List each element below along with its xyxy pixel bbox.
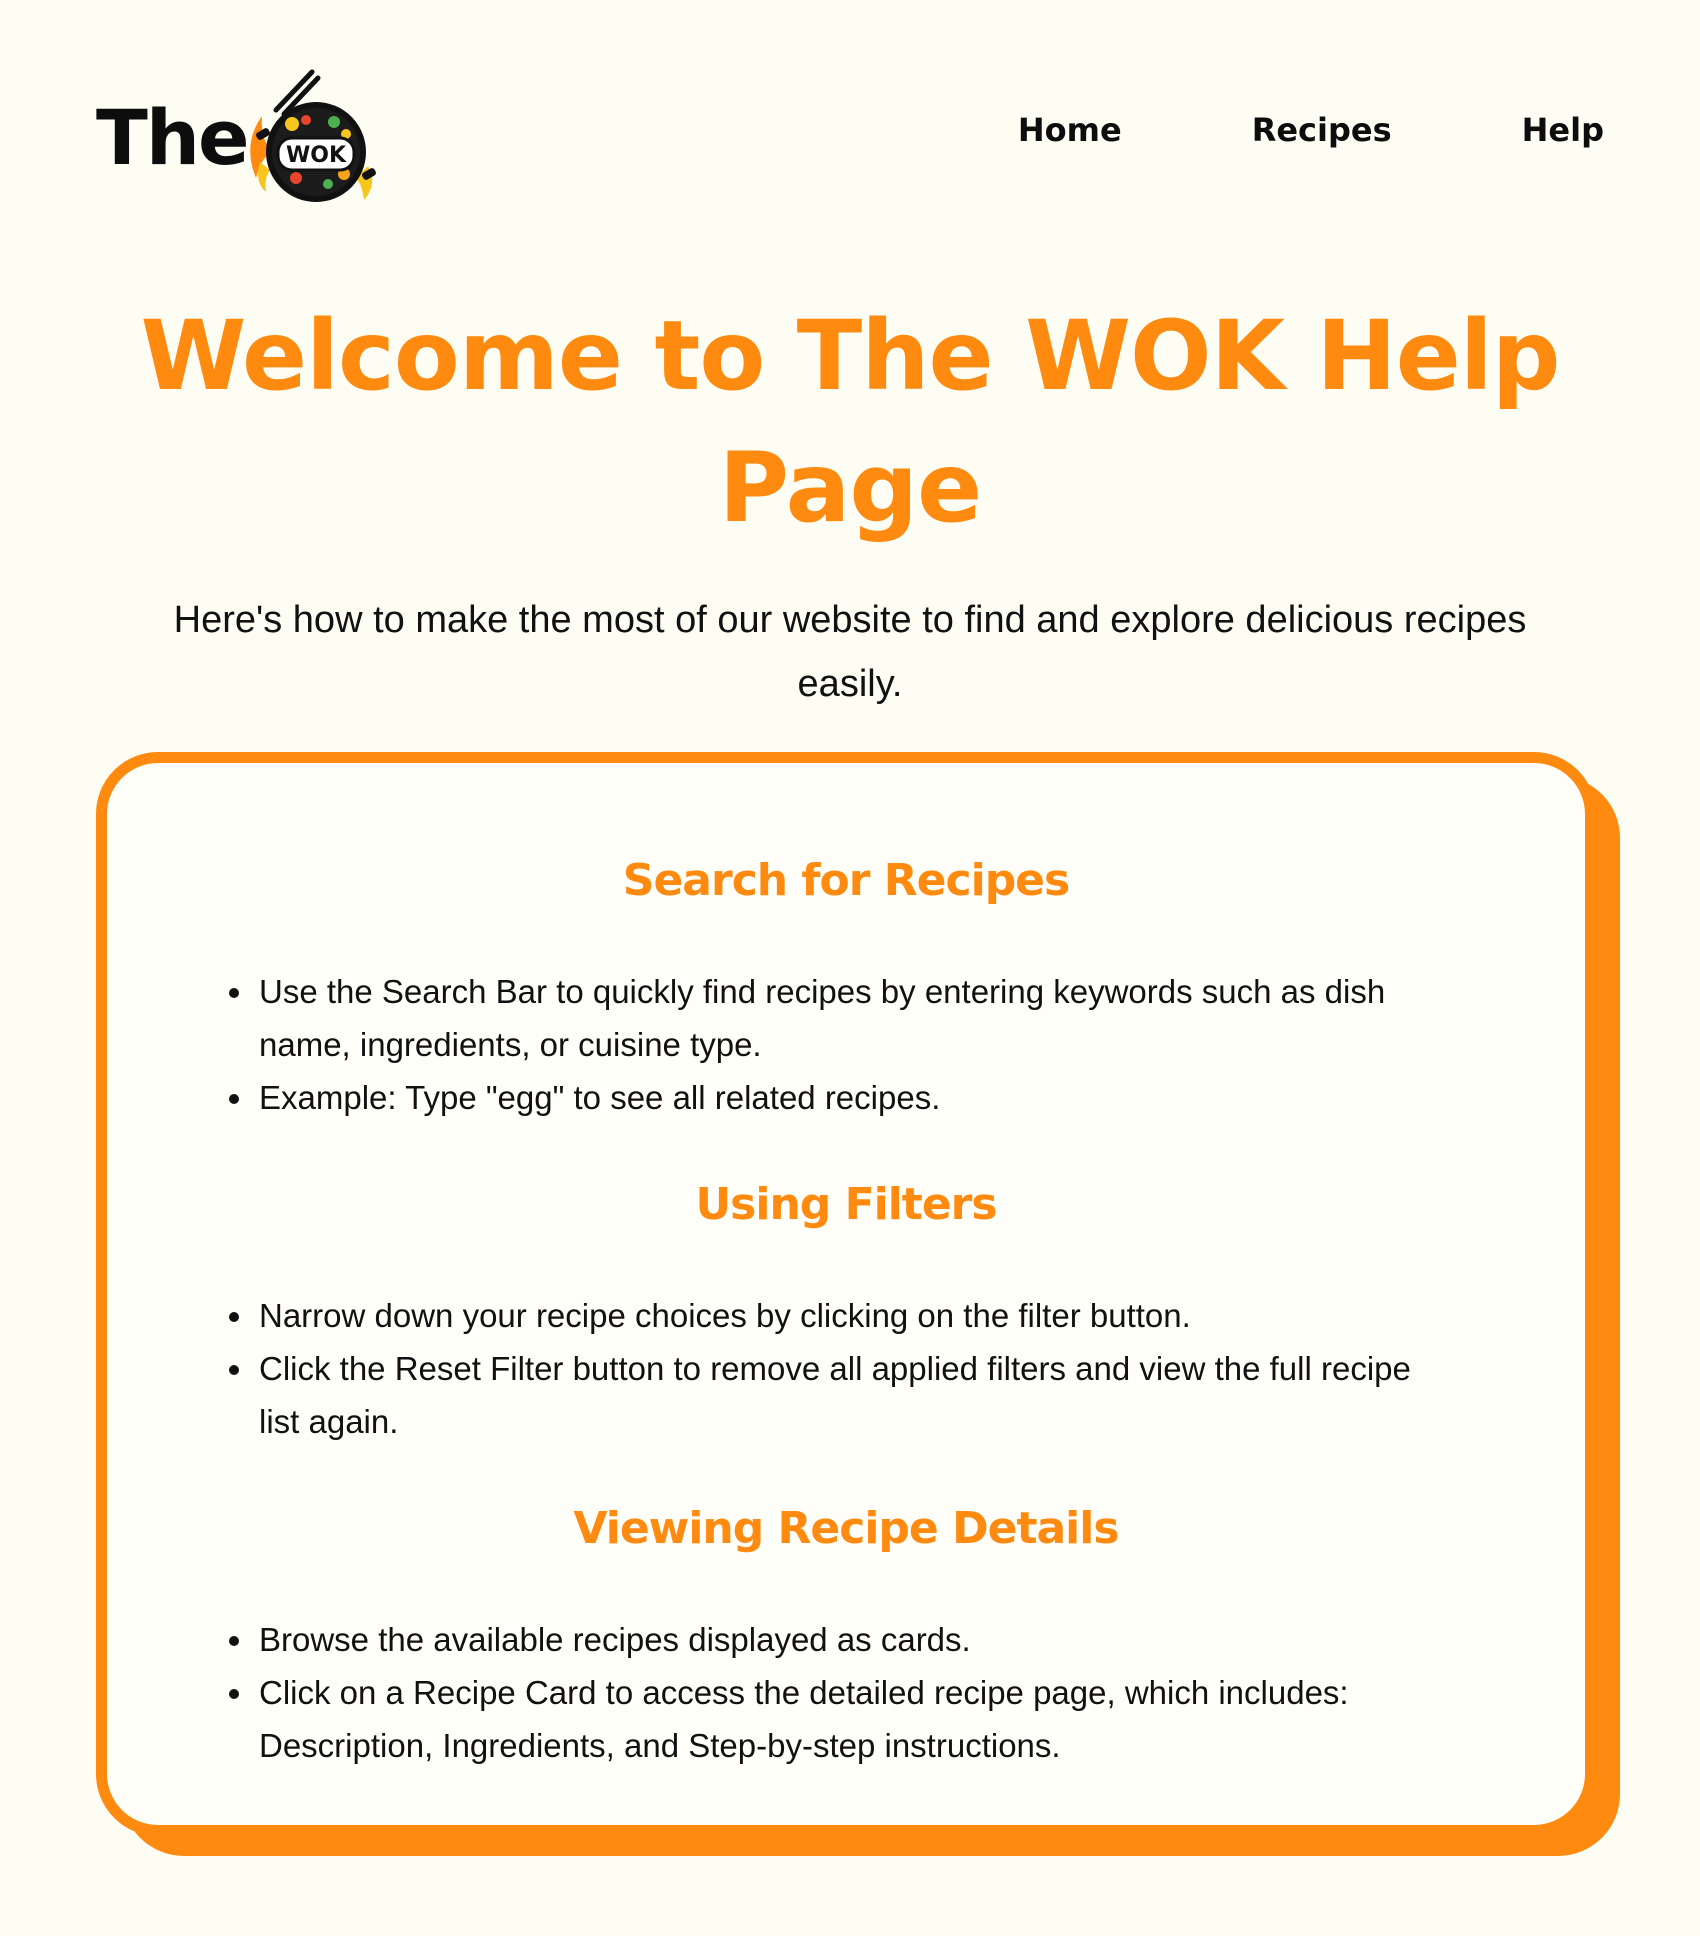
intro-text: Here's how to make the most of our websi… <box>90 588 1610 716</box>
list-item-text: Click on a Recipe Card to access the det… <box>259 1674 1349 1711</box>
search-bullet-list: Use the Search Bar to quickly find recip… <box>229 965 1549 1124</box>
list-item-text: Example: Type "egg" to see all related r… <box>259 1079 941 1116</box>
help-card: Search for Recipes Use the Search Bar to… <box>96 752 1596 1836</box>
list-item: Narrow down your recipe choices by click… <box>229 1289 1549 1342</box>
bullet-dot <box>229 988 239 998</box>
list-item: Click on a Recipe Card to access the det… <box>229 1666 1549 1772</box>
page-title: Welcome to The WOK Help Page <box>100 290 1600 554</box>
list-item-text: Use the Search Bar to quickly find recip… <box>259 973 1386 1010</box>
list-item-text: Click the Reset Filter button to remove … <box>259 1350 1411 1387</box>
list-item: Browse the available recipes displayed a… <box>229 1613 1549 1666</box>
list-item-text: Narrow down your recipe choices by click… <box>259 1297 1191 1334</box>
nav-recipes-link[interactable]: Recipes <box>1252 104 1392 156</box>
site-header: The WOK Home Recipes Help <box>0 0 1700 240</box>
bullet-dot <box>229 1365 239 1375</box>
list-item-text: Description, Ingredients, and Step-by-st… <box>259 1727 1061 1764</box>
bullet-dot <box>229 1636 239 1646</box>
list-item-text: list again. <box>259 1403 399 1440</box>
page-title-line1: Welcome to The WOK Help <box>140 300 1561 412</box>
section-heading-filters: Using Filters <box>695 1179 997 1230</box>
filters-bullet-list: Narrow down your recipe choices by click… <box>229 1289 1549 1448</box>
list-item-text: Browse the available recipes displayed a… <box>259 1621 971 1658</box>
list-item: Use the Search Bar to quickly find recip… <box>229 965 1549 1071</box>
page-title-line2: Page <box>718 432 982 544</box>
nav-help-link[interactable]: Help <box>1522 104 1604 156</box>
bullet-dot <box>229 1312 239 1322</box>
details-bullet-list: Browse the available recipes displayed a… <box>229 1613 1549 1772</box>
logo-text: The <box>96 93 249 182</box>
list-item: Example: Type "egg" to see all related r… <box>229 1071 1549 1124</box>
section-heading-search: Search for Recipes <box>622 855 1070 906</box>
bullet-dot <box>229 1689 239 1699</box>
intro-line1: Here's how to make the most of our websi… <box>173 599 1527 641</box>
nav-home-link[interactable]: Home <box>1018 104 1122 156</box>
site-logo[interactable]: The WOK <box>96 66 396 206</box>
logo-badge-text: WOK <box>286 143 347 168</box>
wok-logo-icon: WOK <box>250 69 376 202</box>
bullet-dot <box>229 1094 239 1104</box>
list-item-text: name, ingredients, or cuisine type. <box>259 1026 762 1063</box>
main-nav: Home Recipes Help <box>1018 104 1604 156</box>
intro-line2: easily. <box>797 663 903 705</box>
section-heading-details: Viewing Recipe Details <box>573 1503 1119 1554</box>
list-item: Click the Reset Filter button to remove … <box>229 1342 1549 1448</box>
